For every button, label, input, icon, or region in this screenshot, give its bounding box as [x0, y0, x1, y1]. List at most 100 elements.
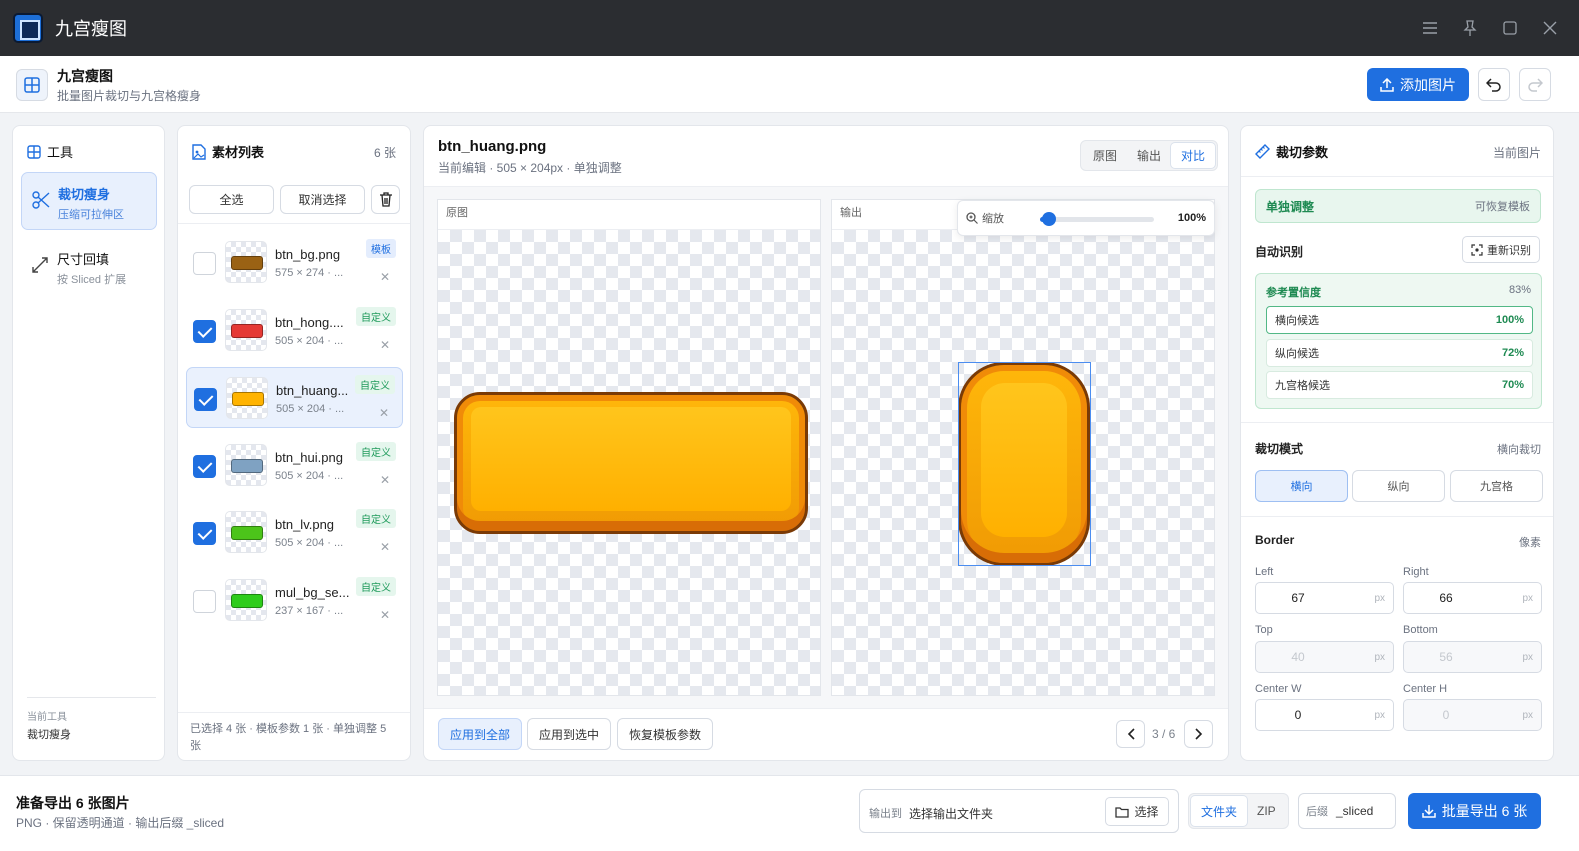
- remove-icon[interactable]: ✕: [380, 473, 390, 487]
- right-input[interactable]: 66 px: [1403, 582, 1542, 614]
- asset-thumbnail-swatch: [231, 323, 263, 338]
- close-icon[interactable]: [1541, 19, 1559, 37]
- zoom-value: 100%: [1177, 212, 1206, 224]
- center-w-input[interactable]: 0 px: [1255, 699, 1394, 731]
- output-folder-path[interactable]: 选择输出文件夹: [909, 805, 993, 822]
- right-label: Right: [1403, 566, 1429, 578]
- asset-name: btn_lv.png: [275, 517, 335, 532]
- asset-checkbox[interactable]: [193, 252, 216, 275]
- export-title: 准备导出 6 张图片: [16, 795, 130, 811]
- candidate-ninegrid[interactable]: 九宫格候选 70%: [1266, 371, 1533, 399]
- redetect-button[interactable]: 重新识别: [1462, 236, 1540, 263]
- remove-icon[interactable]: ✕: [380, 270, 390, 284]
- apply-selected-button[interactable]: 应用到选中: [527, 718, 611, 750]
- asset-size: 505 × 204 · ...: [275, 334, 344, 347]
- confidence-title: 参考置信度: [1266, 287, 1321, 299]
- candidate-vertical[interactable]: 纵向候选 72%: [1266, 339, 1533, 367]
- apply-all-button[interactable]: 应用到全部: [438, 718, 522, 750]
- maximize-icon[interactable]: [1501, 19, 1519, 37]
- asset-checkbox[interactable]: [193, 589, 216, 613]
- asset-thumbnail-swatch: [231, 526, 263, 540]
- bottom-label: Bottom: [1403, 624, 1438, 636]
- remove-icon[interactable]: ✕: [380, 338, 390, 352]
- title-bar: 九宫瘦图: [0, 0, 1579, 56]
- asset-item[interactable]: btn_lv.png 505 × 204 · ... 自定义 ✕: [186, 502, 403, 563]
- ruler-icon: [1255, 144, 1270, 159]
- confidence-percent: 83%: [1508, 284, 1531, 296]
- center-h-input: 0 px: [1403, 699, 1542, 731]
- view-tab-output[interactable]: 输出: [1127, 143, 1171, 168]
- tool-item-resize[interactable]: 尺寸回填 按 Sliced 扩展: [21, 238, 157, 296]
- tool-item-crop[interactable]: 裁切瘦身 压缩可拉伸区: [21, 172, 157, 230]
- page-indicator: 3 / 6: [1152, 727, 1176, 741]
- mode-horizontal-button[interactable]: 横向: [1255, 470, 1348, 502]
- add-image-label: 添加图片: [1400, 76, 1456, 93]
- view-mode-switch: 原图 输出 对比: [1080, 140, 1219, 171]
- tools-panel: 工具 裁切瘦身 压缩可拉伸区 尺寸回填 按 Sliced 扩展 当前工具 裁切瘦…: [12, 125, 165, 761]
- source-canvas: [438, 230, 820, 695]
- compare-area: 原图 输出: [424, 186, 1228, 709]
- upload-icon: [1380, 77, 1394, 92]
- expand-icon: [32, 257, 48, 273]
- candidate-horizontal[interactable]: 横向候选 100%: [1266, 306, 1533, 334]
- next-page-button[interactable]: [1184, 720, 1213, 748]
- asset-item[interactable]: btn_huang... 505 × 204 · ... 自定义 ✕: [186, 367, 403, 428]
- params-scope: 当前图片: [1492, 146, 1541, 160]
- format-zip[interactable]: ZIP: [1247, 796, 1286, 826]
- prev-page-button[interactable]: [1116, 720, 1145, 748]
- zoom-slider-handle[interactable]: [1042, 212, 1057, 226]
- select-all-button[interactable]: 全选: [189, 185, 274, 214]
- solo-adjust-badge: 单独调整 可恢复模板: [1255, 189, 1541, 223]
- undo-button[interactable]: [1478, 68, 1510, 101]
- asset-size: 505 × 204 · ...: [275, 537, 344, 549]
- pin-icon[interactable]: [1461, 19, 1479, 37]
- asset-thumbnail: [225, 578, 267, 621]
- add-image-button[interactable]: 添加图片: [1367, 68, 1469, 101]
- view-tab-original[interactable]: 原图: [1083, 143, 1127, 168]
- asset-thumbnail-swatch: [231, 458, 263, 473]
- asset-size: 505 × 204 · ...: [275, 469, 344, 482]
- asset-item[interactable]: btn_hui.png 505 × 204 · ... 自定义 ✕: [186, 435, 403, 496]
- asset-checkbox[interactable]: [193, 454, 216, 478]
- folder-icon: [1115, 806, 1130, 818]
- asset-name: btn_hui.png: [275, 449, 343, 465]
- batch-export-button[interactable]: 批量导出 6 张: [1408, 793, 1541, 829]
- remove-icon[interactable]: ✕: [380, 540, 390, 554]
- menu-icon[interactable]: [1421, 19, 1439, 37]
- asset-list: btn_bg.png 575 × 274 · ... 模板 ✕ btn_hong....…: [178, 223, 410, 622]
- left-input[interactable]: 67 px: [1255, 582, 1394, 614]
- restore-template-button[interactable]: 恢复模板参数: [617, 718, 713, 750]
- asset-tag: 自定义: [356, 509, 396, 528]
- asset-checkbox[interactable]: [193, 522, 216, 545]
- source-image: [454, 392, 808, 534]
- suffix-field[interactable]: 后缀 _sliced: [1298, 793, 1396, 829]
- asset-checkbox[interactable]: [194, 388, 217, 411]
- tool-title: 尺寸回填: [57, 252, 110, 267]
- asset-item[interactable]: mul_bg_se... 237 × 167 · ... 自定义 ✕: [186, 570, 403, 631]
- mode-vertical-button[interactable]: 纵向: [1352, 470, 1445, 502]
- mode-ninegrid-button[interactable]: 九宫格: [1450, 470, 1543, 502]
- asset-item[interactable]: btn_hong.... 505 × 204 · ... 自定义 ✕: [186, 300, 403, 361]
- params-panel: 裁切参数 当前图片 单独调整 可恢复模板 自动识别 参考置信度 83% 横向候选…: [1240, 125, 1554, 761]
- delete-button[interactable]: [371, 185, 400, 214]
- zoom-slider[interactable]: [1040, 212, 1154, 226]
- asset-tag: 模板: [366, 239, 396, 258]
- asset-thumbnail: [225, 308, 267, 351]
- asset-checkbox[interactable]: [193, 319, 216, 343]
- redo-button[interactable]: [1519, 68, 1551, 101]
- view-tab-compare[interactable]: 对比: [1171, 143, 1216, 168]
- source-pane: 原图: [437, 199, 821, 696]
- asset-tag: 自定义: [356, 306, 396, 326]
- remove-icon[interactable]: ✕: [379, 406, 389, 420]
- current-tool: 当前工具 裁切瘦身: [27, 697, 156, 742]
- left-label: Left: [1255, 566, 1274, 578]
- format-folder[interactable]: 文件夹: [1191, 796, 1248, 826]
- remove-icon[interactable]: ✕: [380, 608, 390, 622]
- page-title: 九宫瘦图: [57, 68, 113, 84]
- asset-tag: 自定义: [356, 576, 396, 596]
- choose-folder-button[interactable]: 选择: [1105, 797, 1169, 826]
- deselect-button[interactable]: 取消选择: [280, 185, 365, 214]
- asset-name: btn_hong....: [275, 314, 344, 330]
- output-pane: 输出: [831, 199, 1215, 696]
- asset-item[interactable]: btn_bg.png 575 × 274 · ... 模板 ✕: [186, 232, 403, 293]
